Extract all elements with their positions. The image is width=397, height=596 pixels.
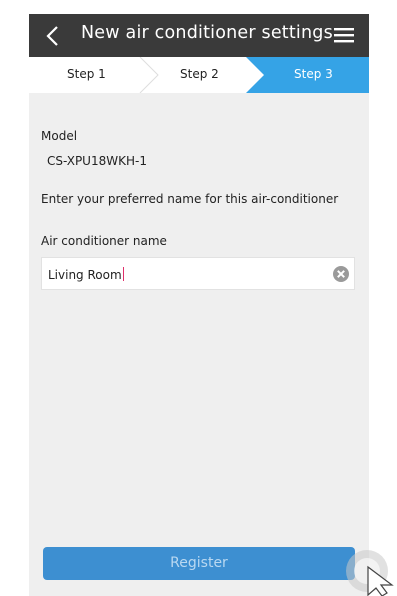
name-input-value: Living Room bbox=[48, 268, 122, 282]
step-2-label: Step 2 bbox=[180, 67, 219, 81]
chevron-left-icon[interactable] bbox=[43, 24, 63, 48]
name-field-label: Air conditioner name bbox=[41, 234, 167, 248]
step-1-label: Step 1 bbox=[67, 67, 106, 81]
hamburger-menu-icon[interactable] bbox=[334, 27, 354, 43]
page-title: New air conditioner settings bbox=[81, 23, 333, 43]
model-label: Model bbox=[41, 129, 78, 143]
app-screen: New air conditioner settings Step 1 Step… bbox=[29, 14, 369, 596]
name-input-text[interactable]: Living Room bbox=[48, 267, 125, 282]
text-caret bbox=[122, 267, 125, 281]
step-progress-bar: Step 1 Step 2 Step 3 bbox=[29, 57, 369, 93]
touch-pointer-icon bbox=[346, 550, 394, 596]
clear-circle-icon[interactable] bbox=[332, 265, 350, 283]
name-instruction: Enter your preferred name for this air-c… bbox=[41, 192, 339, 206]
app-header: New air conditioner settings bbox=[29, 14, 369, 57]
air-conditioner-name-input[interactable]: Living Room bbox=[41, 257, 355, 290]
register-button[interactable]: Register bbox=[43, 547, 355, 580]
model-value: CS-XPU18WKH-1 bbox=[47, 154, 147, 168]
step-divider-1 bbox=[139, 57, 159, 93]
step-3-label: Step 3 bbox=[294, 67, 333, 81]
